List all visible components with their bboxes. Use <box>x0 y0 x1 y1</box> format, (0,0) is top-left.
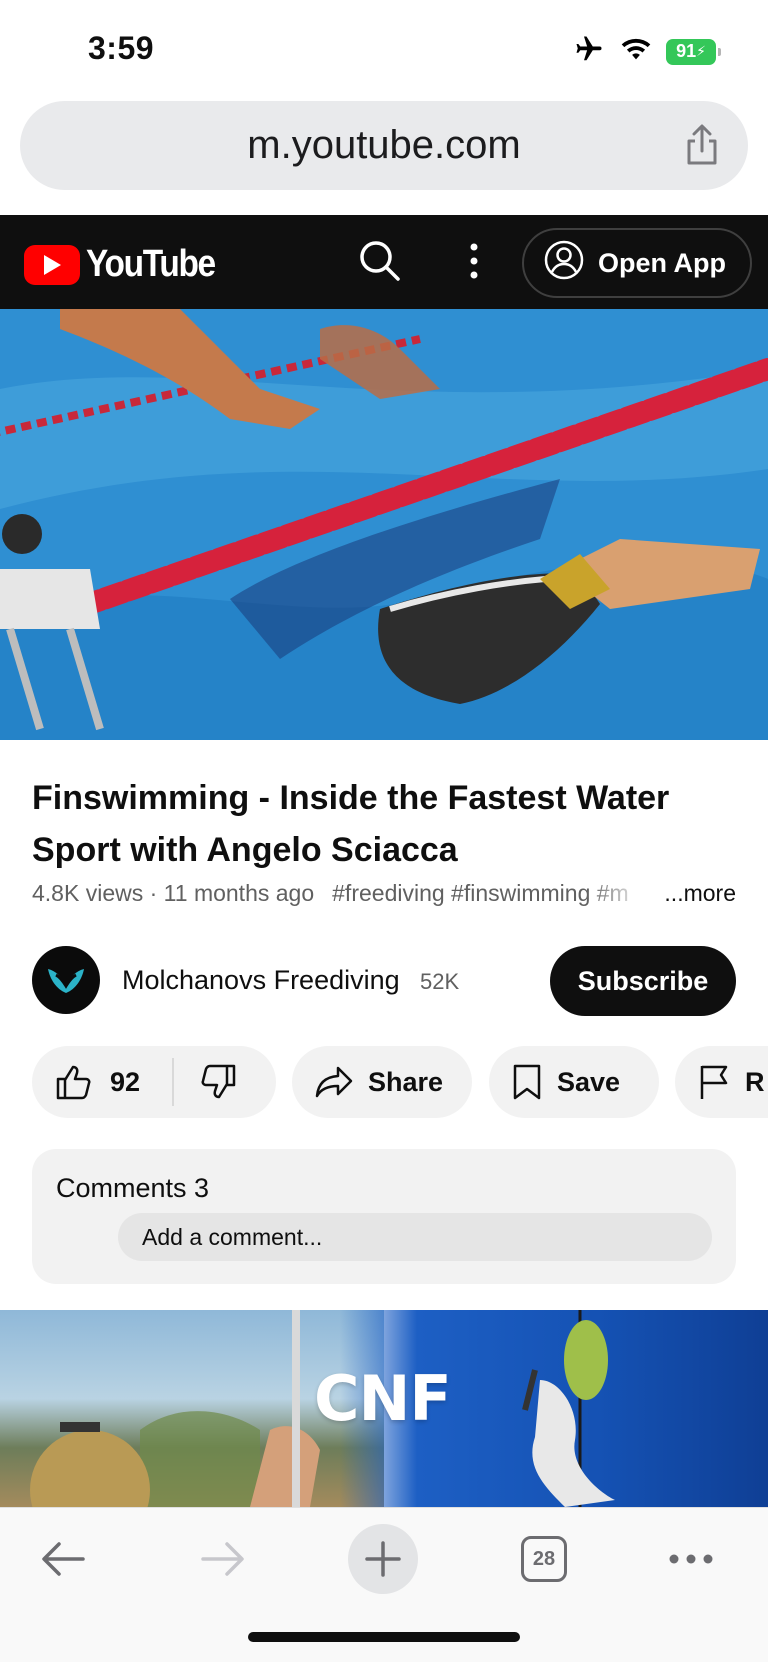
video-meta[interactable]: 4.8K views · 11 months ago #freediving #… <box>32 880 736 907</box>
open-app-button[interactable]: Open App <box>522 228 752 298</box>
status-icons: 91 ⚡ <box>572 34 721 69</box>
battery-percent: 91 <box>676 41 697 61</box>
status-bar: 3:59 91 ⚡ <box>0 0 768 100</box>
meta-separator: · <box>143 880 164 906</box>
channel-row: Molchanovs Freediving 52K Subscribe <box>32 945 736 1016</box>
report-button[interactable]: R <box>675 1046 768 1118</box>
plus-icon <box>365 1541 401 1577</box>
save-label: Save <box>557 1066 621 1097</box>
forward-arrow-icon[interactable] <box>198 1532 248 1586</box>
report-label: R <box>745 1066 765 1097</box>
home-indicator[interactable] <box>248 1632 520 1642</box>
like-count: 92 <box>110 1066 141 1097</box>
share-arrow-icon <box>314 1064 354 1100</box>
video-tags[interactable]: #freediving #finswimming #m <box>332 880 629 907</box>
new-tab-button[interactable] <box>348 1524 418 1594</box>
thumbnail-text: CNF <box>314 1362 452 1435</box>
more-vertical-icon[interactable] <box>462 239 486 283</box>
save-button[interactable]: Save <box>489 1046 659 1118</box>
like-dislike-pill: 92 <box>32 1046 276 1118</box>
channel-avatar[interactable] <box>32 946 100 1014</box>
more-link[interactable]: ...more <box>664 880 736 907</box>
back-arrow-icon[interactable] <box>38 1532 88 1586</box>
open-app-label: Open App <box>598 247 726 278</box>
video-frame <box>0 309 768 740</box>
channel-logo-icon <box>48 969 84 993</box>
video-player[interactable] <box>0 309 768 740</box>
like-button[interactable]: 92 <box>32 1063 172 1101</box>
thumbs-up-icon <box>54 1063 92 1101</box>
youtube-logo[interactable]: YouTube <box>24 243 232 286</box>
meta-fade: ...more <box>586 880 736 907</box>
bookmark-icon <box>511 1063 543 1101</box>
subscriber-count: 52K <box>420 969 460 994</box>
dislike-button[interactable] <box>174 1063 238 1101</box>
action-bar: 92 Share Save R <box>32 1046 768 1118</box>
address-bar[interactable]: m.youtube.com <box>20 101 748 190</box>
youtube-header: YouTube Open App <box>0 215 768 309</box>
more-horizontal-icon[interactable] <box>668 1532 714 1586</box>
comments-section[interactable]: Comments 3 Add a comment... <box>32 1149 736 1284</box>
youtube-logo-text: YouTube <box>86 243 216 285</box>
airplane-icon <box>572 34 606 69</box>
video-title: Finswimming - Inside the Fastest Water S… <box>32 779 670 869</box>
share-icon[interactable] <box>682 123 722 167</box>
status-time: 3:59 <box>88 30 155 66</box>
add-comment-input[interactable]: Add a comment... <box>118 1213 712 1261</box>
battery-icon: 91 ⚡ <box>666 38 721 65</box>
thumbs-down-icon <box>200 1063 238 1101</box>
subscribe-button[interactable]: Subscribe <box>550 946 736 1016</box>
account-icon <box>544 240 584 287</box>
search-icon[interactable] <box>358 239 402 283</box>
share-label: Share <box>368 1066 444 1097</box>
youtube-play-icon <box>24 244 80 285</box>
tab-switcher-button[interactable]: 28 <box>521 1536 567 1582</box>
url-text[interactable]: m.youtube.com <box>247 123 520 168</box>
flag-icon <box>697 1063 731 1101</box>
share-button[interactable]: Share <box>292 1046 472 1118</box>
channel-name[interactable]: Molchanovs Freediving <box>122 965 400 996</box>
next-video-thumbnail[interactable]: CNF <box>0 1310 768 1507</box>
wifi-icon <box>620 36 652 67</box>
view-count: 4.8K views <box>32 880 144 906</box>
comments-title: Comments 3 <box>56 1173 210 1203</box>
upload-age: 11 months ago <box>163 880 315 906</box>
